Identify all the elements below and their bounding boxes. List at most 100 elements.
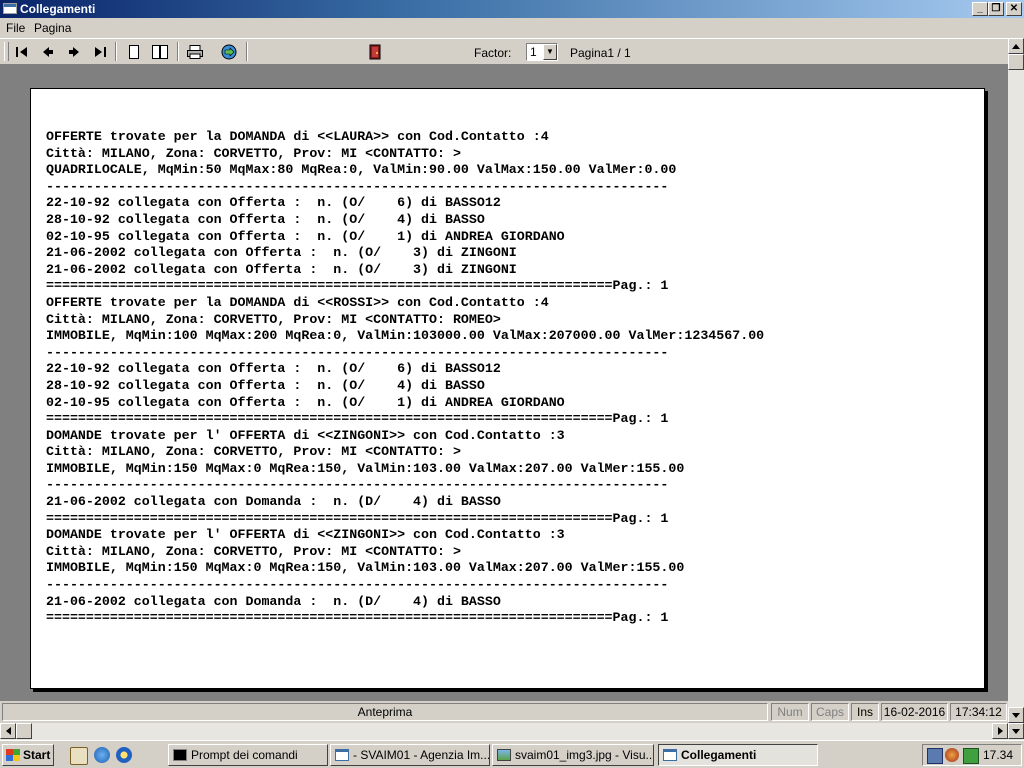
security-icon[interactable] (945, 748, 959, 762)
report-line: 28-10-92 collegata con Offerta : n. (O/ … (46, 377, 485, 393)
toolbar-grip[interactable] (4, 42, 9, 61)
scroll-down-button[interactable] (1008, 707, 1024, 723)
network-icon[interactable] (927, 748, 943, 764)
status-mode: Anteprima (2, 703, 768, 721)
close-button[interactable]: ✕ (1006, 2, 1022, 16)
first-page-icon[interactable] (12, 42, 32, 61)
report-line: 21-06-2002 collegata con Domanda : n. (D… (46, 593, 501, 609)
status-date: 16-02-2016 (881, 703, 948, 721)
start-button[interactable]: Start (2, 744, 54, 766)
vertical-scrollbar[interactable] (1008, 38, 1024, 724)
report-line: 22-10-92 collegata con Offerta : n. (O/ … (46, 195, 501, 211)
report-line: ========================================… (46, 411, 669, 427)
menu-bar: File Pagina (0, 18, 1024, 38)
report-line: ----------------------------------------… (46, 178, 669, 194)
report-line: 28-10-92 collegata con Offerta : n. (O/ … (46, 211, 485, 227)
task-svaim01[interactable]: - SVAIM01 - Agenzia Im... (330, 744, 490, 766)
report-line: IMMOBILE, MqMin:150 MqMax:0 MqRea:150, V… (46, 560, 685, 576)
toolbar-separator (246, 42, 248, 61)
scroll-right-button[interactable] (992, 723, 1008, 739)
next-page-icon[interactable] (64, 42, 84, 61)
restore-button[interactable]: ❐ (988, 2, 1004, 16)
report-line: OFFERTE trovate per la DOMANDA di <<ROSS… (46, 294, 549, 310)
report-line: Città: MILANO, Zona: CORVETTO, Prov: MI … (46, 543, 461, 559)
toolbar: Factor: 1 ▼ Pagina1 / 1 (0, 38, 1008, 65)
preview-area: OFFERTE trovate per la DOMANDA di <<LAUR… (0, 65, 1008, 701)
report-line: 02-10-95 collegata con Offerta : n. (O/ … (46, 228, 565, 244)
factor-label: Factor: (474, 46, 512, 60)
task-label: - SVAIM01 - Agenzia Im... (353, 748, 490, 762)
report-line: 21-06-2002 collegata con Offerta : n. (O… (46, 245, 517, 261)
task-prompt[interactable]: Prompt dei comandi (168, 744, 328, 766)
windows-logo-icon (6, 749, 20, 761)
report-line: Città: MILANO, Zona: CORVETTO, Prov: MI … (46, 444, 461, 460)
report-line: IMMOBILE, MqMin:150 MqMax:0 MqRea:150, V… (46, 460, 685, 476)
report-line: 02-10-95 collegata con Offerta : n. (O/ … (46, 394, 565, 410)
minimize-button[interactable]: _ (972, 2, 988, 16)
horizontal-scrollbar[interactable] (0, 723, 1024, 740)
report-line: ========================================… (46, 278, 669, 294)
factor-value: 1 (530, 45, 537, 59)
task-label: svaim01_img3.jpg - Visu... (515, 748, 654, 762)
status-ins: Ins (851, 703, 879, 721)
report-line: ========================================… (46, 510, 669, 526)
horizontal-scroll-thumb[interactable] (16, 723, 32, 739)
report-line: OFFERTE trovate per la DOMANDA di <<LAUR… (46, 129, 549, 144)
prev-page-icon[interactable] (38, 42, 58, 61)
chevron-down-icon[interactable]: ▼ (543, 44, 557, 60)
window-icon (335, 749, 349, 761)
report-line: ----------------------------------------… (46, 477, 669, 493)
task-label: Collegamenti (681, 748, 757, 762)
report-line: ----------------------------------------… (46, 344, 669, 360)
report-line: 21-06-2002 collegata con Domanda : n. (D… (46, 494, 501, 510)
report-line: Città: MILANO, Zona: CORVETTO, Prov: MI … (46, 311, 501, 327)
app-window-icon[interactable] (3, 3, 17, 14)
status-num: Num (771, 703, 809, 721)
show-desktop-icon[interactable] (70, 747, 88, 765)
factor-select[interactable]: 1 ▼ (526, 43, 558, 61)
report-line: 22-10-92 collegata con Offerta : n. (O/ … (46, 361, 501, 377)
menu-pagina[interactable]: Pagina (34, 21, 71, 35)
report-line: ----------------------------------------… (46, 577, 669, 593)
last-page-icon[interactable] (90, 42, 110, 61)
report-text: OFFERTE trovate per la DOMANDA di <<LAUR… (46, 129, 764, 627)
scroll-up-button[interactable] (1008, 38, 1024, 54)
task-label: Prompt dei comandi (191, 748, 298, 762)
scroll-left-button[interactable] (0, 723, 16, 739)
report-line: DOMANDE trovate per l' OFFERTA di <<ZING… (46, 527, 565, 543)
export-icon[interactable] (219, 42, 239, 61)
report-line: ========================================… (46, 610, 669, 626)
page-indicator: Pagina1 / 1 (570, 46, 631, 60)
status-time: 17:34:12 (950, 703, 1007, 721)
report-line: QUADRILOCALE, MqMin:50 MqMax:80 MqRea:0,… (46, 162, 677, 178)
toolbar-separator (115, 42, 117, 61)
report-line: 21-06-2002 collegata con Offerta : n. (O… (46, 261, 517, 277)
window-title: Collegamenti (20, 2, 96, 16)
vertical-scroll-thumb[interactable] (1008, 54, 1024, 70)
print-icon[interactable] (185, 42, 205, 61)
internet-explorer-icon[interactable] (94, 747, 110, 763)
report-line: Città: MILANO, Zona: CORVETTO, Prov: MI … (46, 145, 461, 161)
window-icon (663, 749, 677, 761)
scroll-down-button[interactable] (1008, 723, 1024, 739)
status-bar: Anteprima Num Caps Ins 16-02-2016 17:34:… (0, 701, 1008, 723)
start-label: Start (23, 748, 51, 762)
menu-file[interactable]: File (6, 21, 25, 35)
report-line: IMMOBILE, MqMin:100 MqMax:200 MqRea:0, V… (46, 328, 765, 344)
command-prompt-icon (173, 749, 187, 761)
report-line: DOMANDE trovate per l' OFFERTA di <<ZING… (46, 427, 565, 443)
image-icon (497, 749, 511, 761)
report-page: OFFERTE trovate per la DOMANDA di <<LAUR… (30, 88, 985, 689)
update-icon[interactable] (963, 748, 979, 764)
taskbar: Start Prompt dei comandi - SVAIM01 - Age… (0, 740, 1024, 768)
status-caps: Caps (811, 703, 849, 721)
task-image-viewer[interactable]: svaim01_img3.jpg - Visu... (492, 744, 654, 766)
title-bar[interactable]: Collegamenti _ ❐ ✕ (0, 0, 1024, 18)
single-page-icon[interactable] (124, 42, 144, 61)
exit-door-icon[interactable] (365, 42, 385, 61)
media-player-icon[interactable] (116, 747, 132, 763)
two-page-icon[interactable] (150, 42, 170, 61)
toolbar-separator (177, 42, 179, 61)
clock: 17.34 (982, 748, 1013, 762)
task-collegamenti[interactable]: Collegamenti (658, 744, 818, 766)
